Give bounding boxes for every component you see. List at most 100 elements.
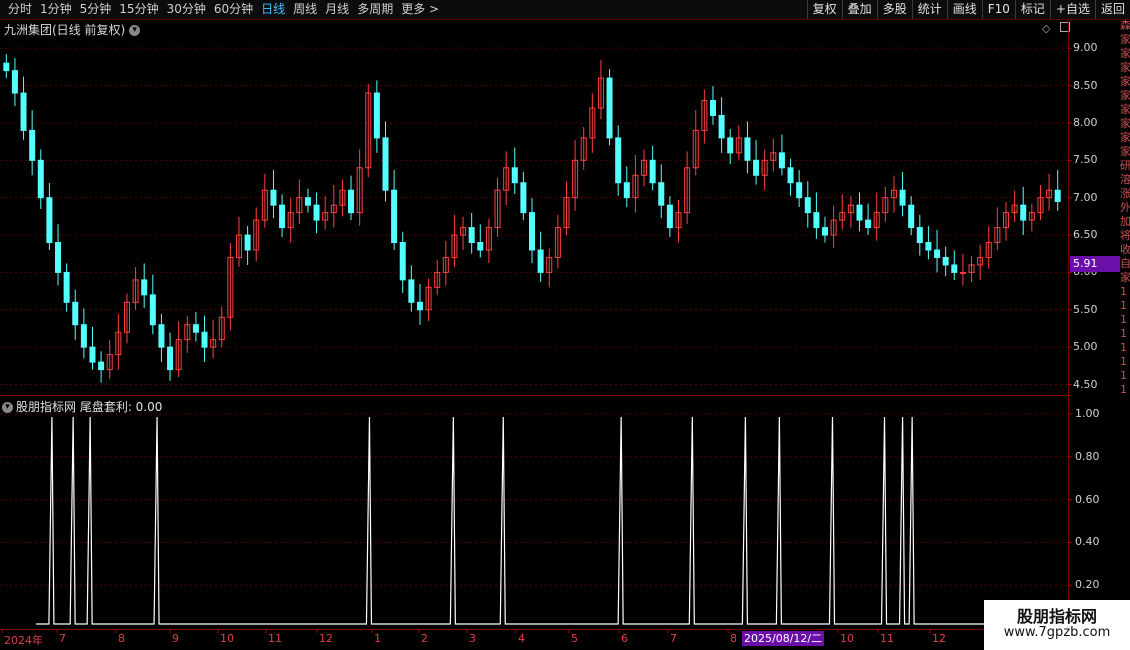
candle-body — [11, 70, 18, 94]
candle-body — [270, 189, 277, 206]
candle-body — [709, 100, 716, 116]
candle-body — [813, 212, 820, 229]
side-strip-char: 研 — [1120, 159, 1130, 172]
candle-body — [537, 249, 544, 273]
side-strip-char: 1 — [1120, 355, 1127, 368]
indicator-axis-label: 0.80 — [1075, 449, 1100, 463]
time-axis-label: 5 — [571, 632, 578, 645]
indicator-axis-label: 0.20 — [1075, 578, 1100, 592]
time-axis-label: 1 — [374, 632, 381, 645]
candle-body — [727, 137, 734, 154]
watermark: 股朋指标网 www.7gpzb.com — [984, 600, 1130, 650]
indicator-axis-label: 0.60 — [1075, 492, 1100, 506]
candle-body — [416, 301, 423, 311]
price-axis-label: 6.50 — [1073, 228, 1098, 242]
time-axis-label: 12 — [319, 632, 333, 645]
candle-body — [313, 204, 320, 221]
candle-body — [408, 279, 415, 303]
side-strip-char: 外 — [1120, 201, 1130, 214]
candle-body — [666, 204, 673, 229]
side-strip-char: 家 — [1120, 75, 1130, 88]
candle-body — [1020, 204, 1027, 221]
price-axis-label: 7.00 — [1073, 190, 1098, 204]
candle-body — [916, 227, 923, 244]
side-strip-char: 家 — [1120, 117, 1130, 130]
indicator-axis-label: 1.00 — [1075, 407, 1100, 420]
side-info-strip: 森家家家家家家家家家研溶涨外加将收自家11111111 — [1120, 19, 1130, 649]
candle-body — [511, 167, 518, 184]
candle-body — [468, 227, 475, 244]
time-axis-label: 2024年 — [4, 634, 43, 647]
price-axis-label: 5.50 — [1073, 302, 1098, 316]
candle-body — [373, 92, 380, 139]
candle-body — [856, 204, 863, 221]
side-strip-char: 1 — [1120, 341, 1127, 354]
side-strip-char: 家 — [1120, 131, 1130, 144]
side-strip-char: 涨 — [1120, 187, 1130, 200]
candle-body — [951, 264, 958, 273]
candle-body — [72, 301, 79, 326]
time-axis-label: 7 — [670, 632, 677, 645]
chevron-down-icon[interactable]: ▾ — [2, 402, 13, 413]
price-axis-label: 8.00 — [1073, 115, 1098, 129]
time-axis-label: 10 — [220, 632, 234, 645]
price-axis-label: 8.50 — [1073, 78, 1098, 92]
candle-body — [279, 204, 286, 229]
candle-body — [89, 346, 96, 363]
candle-body — [520, 182, 527, 214]
price-axis-label: 7.50 — [1073, 153, 1098, 167]
candle-body — [348, 189, 355, 214]
candle-body — [382, 137, 389, 191]
candle-body — [149, 294, 156, 326]
time-axis-label: 8 — [730, 632, 737, 645]
candle-body — [796, 182, 803, 199]
candle-body — [529, 212, 535, 251]
side-strip-char: 森 — [1120, 19, 1130, 32]
side-strip-char: 1 — [1120, 369, 1127, 382]
candle-body — [804, 197, 811, 214]
candle-body — [158, 324, 165, 348]
side-strip-char: 收 — [1120, 243, 1130, 256]
candle-body — [787, 167, 794, 184]
time-axis-label: 11 — [880, 632, 894, 645]
candle-body — [865, 219, 872, 229]
watermark-title: 股朋指标网 — [1016, 607, 1097, 626]
candle-body — [391, 189, 398, 244]
indicator-label: 股朋指标网 尾盘套利: 0.00 — [16, 400, 163, 414]
cursor-date-tag: 2025/08/12/二 — [742, 631, 825, 646]
side-strip-char: 1 — [1120, 299, 1127, 312]
time-axis-label: 10 — [840, 632, 854, 645]
side-strip-char: 家 — [1120, 89, 1130, 102]
side-strip-char: 1 — [1120, 313, 1127, 326]
candle-body — [822, 227, 829, 236]
candle-body — [167, 346, 174, 371]
candle-body — [46, 197, 53, 244]
candle-body — [942, 256, 949, 266]
side-strip-char: 家 — [1120, 271, 1130, 284]
indicator-signal-line — [36, 416, 1040, 625]
candle-body — [3, 62, 10, 72]
time-axis-label: 9 — [172, 632, 179, 645]
indicator-axis-label: 0.40 — [1075, 535, 1100, 549]
side-strip-char: 家 — [1120, 145, 1130, 158]
candle-body — [141, 279, 148, 296]
candle-body — [29, 129, 36, 161]
time-axis-label: 7 — [59, 632, 66, 645]
current-price-tag: 5.91 — [1070, 256, 1120, 272]
side-strip-char: 加 — [1120, 215, 1130, 228]
candle-body — [615, 137, 622, 184]
candle-body — [649, 159, 656, 184]
time-axis-label: 2 — [421, 632, 428, 645]
candle-body — [244, 234, 251, 251]
candle-body — [477, 242, 484, 251]
time-axis-label: 12 — [932, 632, 946, 645]
candle-body — [399, 242, 406, 281]
side-strip-char: 1 — [1120, 285, 1127, 298]
time-axis-label: 3 — [469, 632, 476, 645]
candle-body — [1054, 189, 1061, 202]
candle-body — [925, 242, 932, 251]
time-axis-label: 8 — [118, 632, 125, 645]
kline-chart[interactable] — [0, 0, 1130, 650]
indicator-title: ▾ 股朋指标网 尾盘套利: 0.00 — [2, 398, 162, 415]
side-strip-char: 1 — [1120, 383, 1127, 396]
